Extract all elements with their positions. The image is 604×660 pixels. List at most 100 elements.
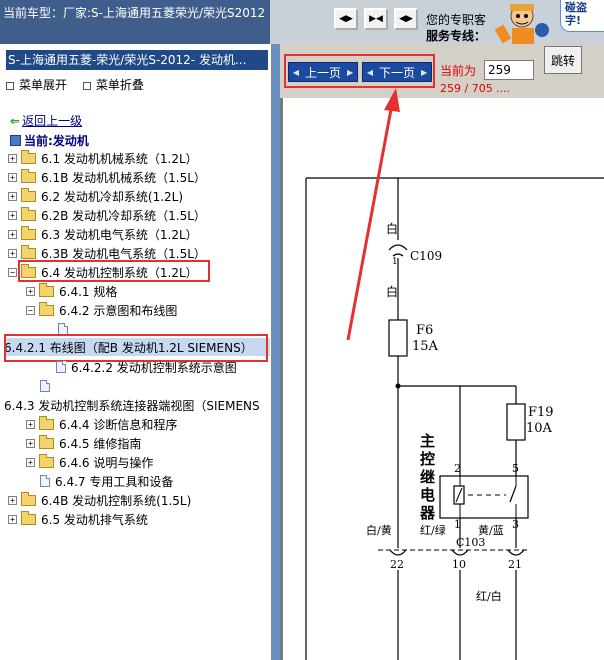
nav-right-icon: ◀▶ <box>399 14 413 24</box>
current-node: 当前:发动机 <box>10 132 89 149</box>
pin-label: 21 <box>508 558 522 571</box>
document-icon <box>56 361 66 373</box>
prev-arrow-icon: ◀ <box>292 67 299 77</box>
pin-label: 22 <box>390 558 404 571</box>
expand-plus-icon[interactable]: + <box>8 229 17 239</box>
car-model-label: 当前车型：厂家:S-上海通用五菱荣光/荣光S2012 <box>0 0 270 44</box>
prev-arrow-right-icon: ▶ <box>347 67 354 77</box>
tree-pane: S-上海通用五菱-荣光/荣光S-2012- 发动机... 菜单展开 菜单折叠 ⇐… <box>0 44 272 660</box>
menu-toggle-row: 菜单展开 菜单折叠 <box>6 76 156 93</box>
tree-item-doc[interactable]: 6.4.3 发动机控制系统连接器端视图（SIEMENS <box>4 396 260 414</box>
collapse-box-icon <box>82 81 91 90</box>
folder-icon <box>39 415 54 430</box>
fuse-f6 <box>388 319 408 357</box>
relay-label: 电 <box>420 486 435 504</box>
wire-color-label: 白/黄 <box>366 523 392 537</box>
nav-left-button[interactable]: ◀▶ <box>334 8 358 30</box>
highlight-box-engine-control <box>18 260 210 282</box>
tree-item[interactable]: +6.4.4 诊断信息和程序 <box>26 415 177 433</box>
top-header: 当前车型：厂家:S-上海通用五菱荣光/荣光S2012 ◀▶ ▶◀ ◀▶ 您的专职… <box>0 0 604 44</box>
expand-plus-icon[interactable]: + <box>8 248 17 258</box>
tree-item-doc[interactable]: 6.4.2.2 发动机控制系统示意图 <box>56 358 237 376</box>
next-arrow-left-icon: ◀ <box>366 67 373 77</box>
tree-item[interactable]: +6.2B 发动机冷却系统（1.5L） <box>8 206 206 224</box>
back-link[interactable]: ⇐ 返回上一级 <box>10 112 82 129</box>
folder-icon <box>39 282 54 297</box>
wire-color-label: 红/绿 <box>420 523 446 537</box>
nav-split-button[interactable]: ▶◀ <box>364 8 388 30</box>
relay-label: 主 <box>420 432 435 450</box>
folder-icon <box>39 453 54 468</box>
fuse-amp-label: 15A <box>412 339 439 354</box>
wire-color-label: 白 <box>386 221 398 236</box>
pin-label: 2 <box>454 462 461 475</box>
expand-plus-icon[interactable]: + <box>8 514 17 524</box>
expand-plus-icon[interactable]: + <box>26 419 35 429</box>
wire-color-label: 白 <box>386 284 398 299</box>
page-number-input[interactable] <box>484 60 534 80</box>
collapse-minus-icon[interactable]: − <box>26 305 35 315</box>
next-page-button[interactable]: ◀ 下一页 ▶ <box>362 62 432 82</box>
fuse-amp-label: 10A <box>526 421 553 436</box>
tree-item[interactable]: +6.4.6 说明与操作 <box>26 453 153 471</box>
connector-symbol <box>389 549 407 556</box>
pin-label: 5 <box>512 462 519 475</box>
expand-plus-icon[interactable]: + <box>8 153 17 163</box>
tree-item-doc[interactable]: 6.4.7 专用工具和设备 <box>40 472 173 490</box>
expand-plus-icon[interactable]: + <box>26 286 35 296</box>
tree-item[interactable]: +6.1 发动机机械系统（1.2L） <box>8 149 198 167</box>
hotline-line2: 服务专线： <box>426 29 487 43</box>
expand-plus-icon[interactable]: + <box>8 495 17 505</box>
connector-symbol <box>451 549 469 556</box>
relay-label: 控 <box>420 450 435 468</box>
mascot-icon <box>494 4 549 44</box>
pane-splitter[interactable] <box>272 44 280 660</box>
speech-bubble: 碰盗字! <box>560 0 604 32</box>
prev-page-button[interactable]: ◀ 上一页 ▶ <box>288 62 358 82</box>
main-relay <box>439 475 529 519</box>
connector-symbol <box>392 253 404 257</box>
expand-plus-icon[interactable]: + <box>8 191 17 201</box>
wire-color-label: 红/白 <box>476 589 502 603</box>
tree-item[interactable]: +6.3 发动机电气系统（1.2L） <box>8 225 198 243</box>
folder-icon <box>21 149 36 164</box>
wiring-diagram: 白 C109 1 白 F6 15A F19 10A 主 控 继 电 器 2 5 <box>305 177 604 660</box>
relay-label: 器 <box>419 504 436 522</box>
folder-open-icon <box>39 301 54 316</box>
tree-item[interactable]: +6.4.5 维修指南 <box>26 434 141 452</box>
tree-item-doc[interactable] <box>40 377 55 395</box>
tree-item[interactable]: +6.2 发动机冷却系统(1.2L) <box>8 187 183 205</box>
folder-icon <box>21 510 36 525</box>
expand-plus-icon[interactable]: + <box>26 457 35 467</box>
fuse-label: F19 <box>528 405 554 420</box>
expand-box-icon <box>6 81 14 90</box>
jump-button[interactable]: 跳转 <box>544 46 582 74</box>
tree-item[interactable]: −6.4.2 示意图和布线图 <box>26 301 177 319</box>
tree-item[interactable]: +6.4B 发动机控制系统(1.5L) <box>8 491 191 509</box>
connector-symbol <box>388 244 408 251</box>
menu-collapse-button[interactable]: 菜单折叠 <box>82 78 150 92</box>
expand-plus-icon[interactable]: + <box>8 210 17 220</box>
connector-symbol <box>507 549 525 556</box>
tree-item[interactable]: +6.4.1 规格 <box>26 282 117 300</box>
computer-icon <box>10 135 21 146</box>
expand-plus-icon[interactable]: + <box>26 438 35 448</box>
tree-item[interactable]: +6.1B 发动机机械系统（1.5L） <box>8 168 206 186</box>
folder-icon <box>21 491 36 506</box>
menu-expand-button[interactable]: 菜单展开 <box>6 78 73 92</box>
connector-label: C109 <box>410 249 442 263</box>
expand-plus-icon[interactable]: + <box>8 172 17 182</box>
folder-icon <box>21 244 36 259</box>
nav-right-button[interactable]: ◀▶ <box>394 8 418 30</box>
folder-icon <box>21 187 36 202</box>
collapse-minus-icon[interactable]: − <box>8 267 17 277</box>
split-icon: ▶◀ <box>369 14 383 24</box>
back-arrow-icon: ⇐ <box>10 114 21 128</box>
pin-label: 1 <box>392 257 398 267</box>
connector-label: C103 <box>456 536 485 549</box>
folder-icon <box>21 168 36 183</box>
wire-color-label: 黄/蓝 <box>478 523 504 537</box>
folder-icon <box>21 206 36 221</box>
nav-left-icon: ◀▶ <box>339 14 353 24</box>
tree-item[interactable]: +6.5 发动机排气系统 <box>8 510 148 528</box>
